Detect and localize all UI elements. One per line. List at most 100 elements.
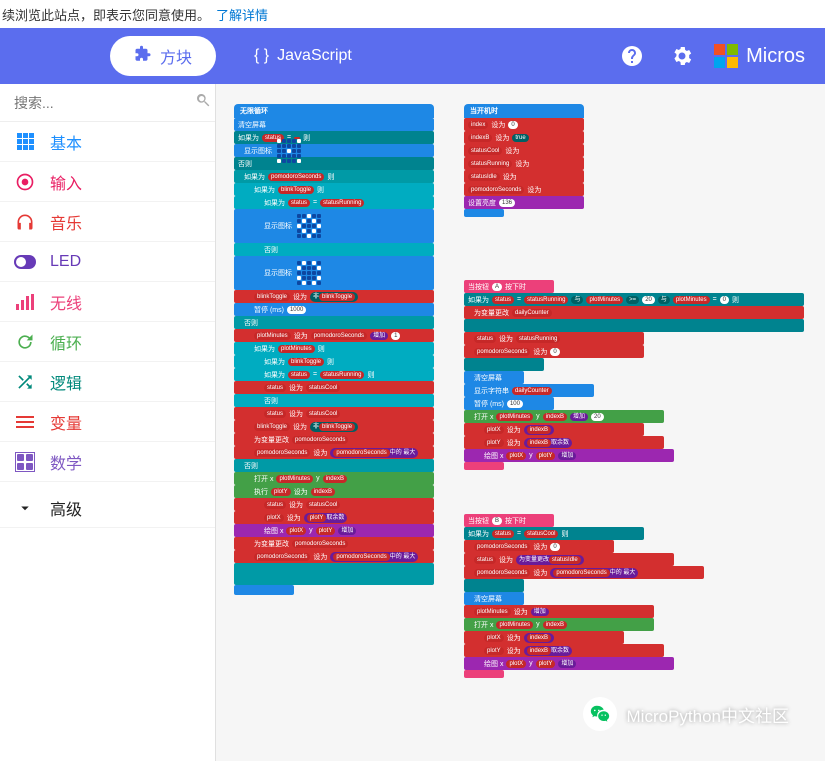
block-pomo-set-a[interactable]: pomodoroSeconds设为0 [464, 345, 644, 358]
category-led[interactable]: LED [0, 242, 215, 282]
puzzle-icon [134, 45, 152, 68]
category-input[interactable]: 输入 [0, 162, 215, 202]
block-onstart-header[interactable]: 当开机时 [464, 104, 584, 118]
block-plotx-b[interactable]: plotX设为indexB [464, 631, 624, 644]
block-set-index[interactable]: index设为0 [464, 118, 584, 131]
block-set-toggle[interactable]: blinkToggle设为非 blinkToggle [234, 290, 434, 303]
stack-button-a[interactable]: 当按钮 A 按下时 如果为status=statusRunning与plotMi… [464, 280, 804, 470]
block-else-a[interactable] [464, 319, 804, 332]
search-input[interactable] [14, 95, 195, 111]
block-set-brightness[interactable]: 设置亮度136 [464, 196, 584, 209]
block-else-5[interactable]: 否则 [234, 459, 434, 472]
block-set-plotminutes[interactable]: plotMinutes设为pomodoroSeconds增加1 [234, 329, 434, 342]
category-radio-label: 无线 [50, 290, 82, 314]
block-clear-screen[interactable]: 清空屏幕 [234, 118, 434, 131]
block-set-statusidle[interactable]: statusIdle设为 [464, 170, 584, 183]
block-pomo-mult-b[interactable]: pomodoroSeconds设为pomodoroSeconds 中的 最大 [464, 566, 704, 579]
block-if-b[interactable]: 如果为status=statusCool则 [464, 527, 644, 540]
block-if-status-running[interactable]: 如果为status=statusRunning [234, 196, 434, 209]
block-set-pomo[interactable]: pomodoroSeconds设为 [464, 183, 584, 196]
category-basic-label: 基本 [50, 130, 82, 154]
block-show-leds-3[interactable]: 显示图标 [234, 256, 434, 290]
tab-javascript[interactable]: { } JavaScript [230, 36, 376, 76]
block-change-pomo[interactable]: 为变量更改pomodoroSeconds [234, 433, 434, 446]
category-radio[interactable]: 无线 [0, 282, 215, 322]
block-button-b-header[interactable]: 当按钮 B 按下时 [464, 514, 554, 527]
category-variables[interactable]: 变量 [0, 402, 215, 442]
block-button-a-header[interactable]: 当按钮 A 按下时 [464, 280, 554, 293]
block-pause-100-a[interactable]: 暂停 (ms)100 [464, 397, 554, 410]
block-button-b-end[interactable] [464, 670, 504, 678]
block-set-statusrunning[interactable]: statusRunning设为 [464, 157, 584, 170]
block-clear-b[interactable]: 清空屏幕 [464, 592, 524, 605]
block-plotx-a[interactable]: plotX设为indexB [464, 423, 644, 436]
block-plotminutes-b[interactable]: plotMinutes设为增加 [464, 605, 654, 618]
block-set-toggle-2[interactable]: blinkToggle设为非 blinkToggle [234, 420, 434, 433]
block-status-cool-2[interactable]: status设为statusCool [234, 498, 434, 511]
block-plot-2[interactable]: 绘图 xplotXyplotY增加 [234, 524, 434, 537]
refresh-icon [14, 331, 36, 353]
block-plot-xy-b[interactable]: 绘图 xplotXyplotY增加 [464, 657, 674, 670]
category-loop[interactable]: 循环 [0, 322, 215, 362]
stack-button-b[interactable]: 当按钮 B 按下时 如果为status=statusCool则 pomodoro… [464, 514, 704, 678]
block-forever-header[interactable]: 无限循环 [234, 104, 434, 118]
block-onstart-end[interactable] [464, 209, 504, 217]
block-end[interactable] [234, 563, 434, 585]
settings-button[interactable] [664, 38, 700, 74]
block-plotx-set[interactable]: plotX设为plotY 取余数 [234, 511, 434, 524]
block-status-running-a[interactable]: status设为statusRunning [464, 332, 644, 345]
block-status-cool[interactable]: status设为statusCool [234, 407, 434, 420]
block-if-plotminutes[interactable]: 如果为plotMinutes则 [234, 342, 434, 355]
block-if-status-2[interactable]: 如果为status=statusRunning则 [234, 368, 434, 381]
block-canvas[interactable]: 无限循环 清空屏幕 如果为status=则 显示图标 否则 如果为pomodor… [216, 84, 825, 761]
microsoft-logo[interactable]: Micros [714, 44, 805, 68]
block-for-1[interactable]: 执行plotY设为indexB [234, 485, 434, 498]
block-button-a-end[interactable] [464, 462, 504, 470]
cookie-learn-more-link[interactable]: 了解详情 [216, 5, 268, 24]
block-pause-1000[interactable]: 暂停 (ms)1000 [234, 303, 434, 316]
block-ploty-b[interactable]: plotY设为indexB 取余数 [464, 644, 664, 657]
block-status-idle-b[interactable]: status设为为变量更改 statusIdle [464, 553, 674, 566]
block-show-leds-1[interactable]: 显示图标 [234, 144, 434, 157]
block-pomo-max[interactable]: pomodoroSeconds设为pomodoroSeconds 中的 最大 [234, 446, 434, 459]
help-button[interactable] [614, 38, 650, 74]
block-plot-xy-a[interactable]: 绘图 xplotXyplotY增加 [464, 449, 674, 462]
block-endif-b[interactable] [464, 579, 524, 592]
block-if-pomo[interactable]: 如果为pomodoroSeconds则 [234, 170, 434, 183]
block-change-daily[interactable]: status设为statusCool [234, 381, 434, 394]
category-advanced[interactable]: 高级 [0, 488, 215, 528]
block-show-leds-2[interactable]: 显示图标 [234, 209, 434, 243]
category-music[interactable]: 音乐 [0, 202, 215, 242]
stack-forever[interactable]: 无限循环 清空屏幕 如果为status=则 显示图标 否则 如果为pomodor… [234, 104, 434, 595]
block-plot-b1[interactable]: 打开 xplotMinutesyindexB [464, 618, 654, 631]
block-else-2[interactable]: 否则 [234, 243, 434, 256]
block-if-toggle-2[interactable]: 如果为blinkToggle则 [234, 355, 434, 368]
block-set-statuscool[interactable]: statusCool设为 [464, 144, 584, 157]
block-else-4[interactable]: 否则 [234, 394, 434, 407]
block-ploty-a[interactable]: plotY设为indexB 取余数 [464, 436, 664, 449]
block-else-3[interactable]: 否则 [234, 316, 434, 329]
block-if-a[interactable]: 如果为status=statusRunning与plotMinutes>=20与… [464, 293, 804, 306]
block-if-status[interactable]: 如果为status=则 [234, 131, 434, 144]
category-logic[interactable]: 逻辑 [0, 362, 215, 402]
block-change-pomo-2[interactable]: 为变量更改pomodoroSeconds [234, 537, 434, 550]
block-plot-a1[interactable]: 打开 xplotMinutesyindexB增加20 [464, 410, 664, 423]
block-end-forever[interactable] [234, 585, 294, 595]
block-change-daily-a[interactable]: 为变量更改dailyCounter [464, 306, 804, 319]
block-show-string-a[interactable]: 显示字符串dailyCounter [464, 384, 594, 397]
block-else-1[interactable]: 否则 [234, 157, 434, 170]
block-pomo-max-2[interactable]: pomodoroSeconds设为pomodoroSeconds 中的 最大 [234, 550, 434, 563]
category-math[interactable]: 数学 [0, 442, 215, 482]
wechat-overlay: MicroPython中文社区 [583, 697, 789, 731]
block-plot-1[interactable]: 打开 xplotMinutesyindexB [234, 472, 434, 485]
toggle-icon [14, 251, 36, 273]
block-pomo-set-b[interactable]: pomodoroSeconds设为0 [464, 540, 614, 553]
block-clear-a[interactable]: 清空屏幕 [464, 371, 524, 384]
block-endif-a[interactable] [464, 358, 544, 371]
stack-onstart[interactable]: 当开机时 index设为0 indexB设为true statusCool设为 … [464, 104, 584, 217]
search-icon[interactable] [195, 92, 211, 113]
category-basic[interactable]: 基本 [0, 122, 215, 162]
block-set-indexb[interactable]: indexB设为true [464, 131, 584, 144]
block-if-toggle[interactable]: 如果为blinkToggle则 [234, 183, 434, 196]
tab-blocks[interactable]: 方块 [110, 36, 216, 76]
